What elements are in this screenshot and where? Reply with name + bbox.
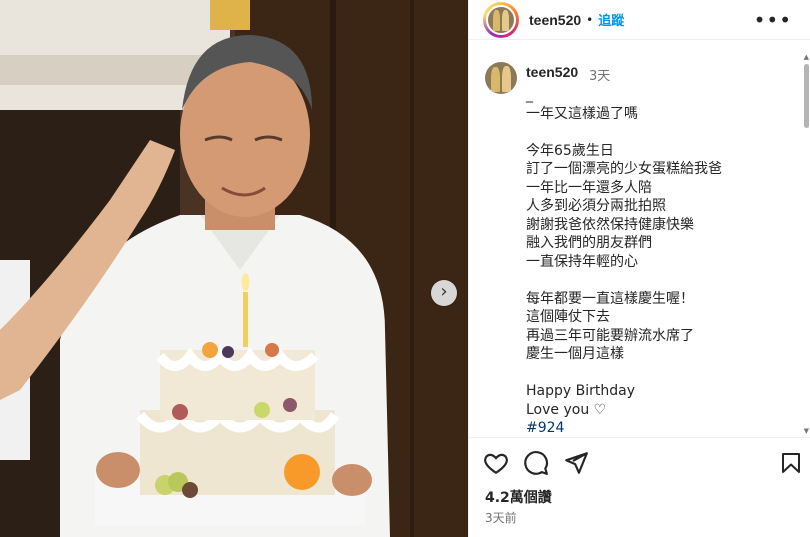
post-header: teen520 • 追蹤 ••• xyxy=(469,0,810,40)
caption-avatar[interactable] xyxy=(485,62,517,94)
scroll-thumb[interactable] xyxy=(804,64,809,128)
photo-illustration xyxy=(0,0,468,537)
post-panel: teen520 • 追蹤 ••• teen520 3天 _ 一年又這樣過了嗎 今… xyxy=(468,0,810,537)
caption-time[interactable]: 3天 xyxy=(589,65,610,84)
next-photo-button[interactable]: › xyxy=(431,280,457,306)
separator-dot: • xyxy=(586,12,594,27)
post-timestamp[interactable]: 3天前 xyxy=(485,509,517,526)
chevron-right-icon: › xyxy=(440,281,448,302)
caption-body: _ 一年又這樣過了嗎 今年65歲生日 訂了一個漂亮的少女蛋糕給我爸 一年比一年還… xyxy=(526,87,722,418)
more-options-icon[interactable]: ••• xyxy=(754,8,792,32)
header-username[interactable]: teen520 xyxy=(529,12,581,28)
caption-area: teen520 3天 _ 一年又這樣過了嗎 今年65歲生日 訂了一個漂亮的少女蛋… xyxy=(469,50,810,438)
caption-scrollbar[interactable]: ▲ ▼ xyxy=(801,50,810,437)
scroll-up-icon[interactable]: ▲ xyxy=(804,53,809,61)
caption-text: _ 一年又這樣過了嗎 今年65歲生日 訂了一個漂亮的少女蛋糕給我爸 一年比一年還… xyxy=(526,86,786,437)
scroll-down-icon[interactable]: ▼ xyxy=(804,427,809,435)
post-photo: › xyxy=(0,0,468,537)
avatar[interactable] xyxy=(486,4,516,35)
comment-icon[interactable] xyxy=(523,450,549,480)
caption-username[interactable]: teen520 xyxy=(526,64,578,80)
like-count[interactable]: 4.2萬個讚 xyxy=(485,487,552,507)
hashtag-link[interactable]: #924 xyxy=(526,420,564,436)
bookmark-icon[interactable] xyxy=(779,450,803,480)
action-bar xyxy=(483,450,803,480)
story-ring[interactable] xyxy=(483,1,519,38)
heart-icon[interactable] xyxy=(483,450,509,480)
follow-button[interactable]: 追蹤 xyxy=(598,10,624,29)
share-icon[interactable] xyxy=(563,450,589,480)
